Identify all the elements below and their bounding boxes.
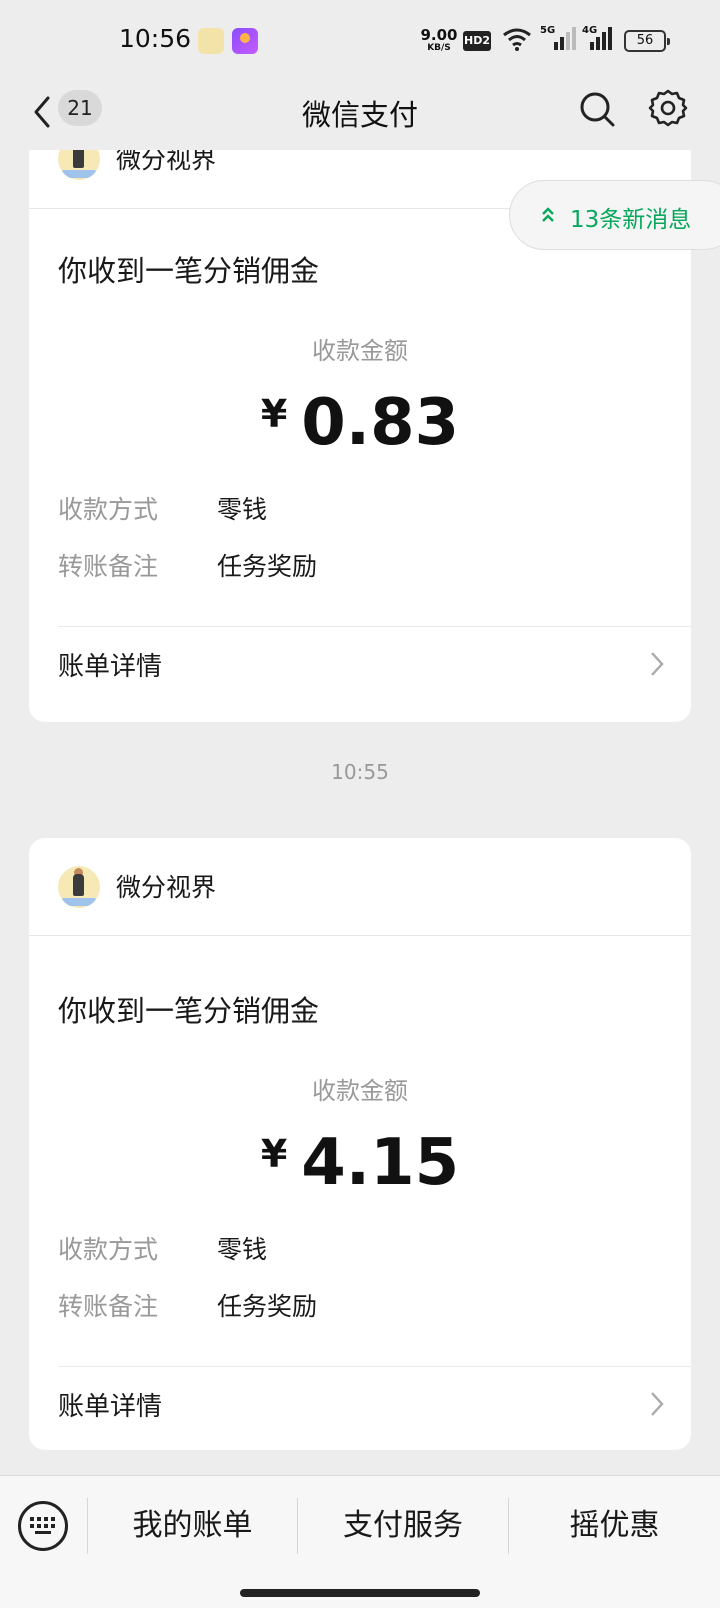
payment-method-label: 收款方式 [58, 495, 159, 524]
message-title: 你收到一笔分销佣金 [58, 994, 320, 1028]
merchant-name: 微分视界 [116, 150, 217, 174]
bill-details-label: 账单详情 [58, 652, 163, 682]
transfer-note-value: 任务奖励 [217, 1292, 318, 1321]
amount-value: ¥4.15 [29, 1126, 691, 1200]
signal-4g-icon: 4G [582, 25, 618, 52]
menu-shake-deals[interactable]: 摇优惠 [509, 1476, 720, 1576]
message-title: 你收到一笔分销佣金 [58, 254, 320, 288]
app-notification-icon [198, 28, 224, 54]
game-notification-icon [232, 28, 258, 54]
currency-symbol: ¥ [260, 392, 288, 436]
menu-payment-services[interactable]: 支付服务 [298, 1476, 508, 1576]
payment-method-value: 零钱 [217, 1235, 268, 1264]
chevron-right-icon [651, 652, 664, 676]
merchant-name: 微分视界 [116, 873, 217, 902]
status-bar: 10:56 9.00 KB/S HD2 5G 4G 56 [0, 0, 720, 80]
double-chevron-up-icon [542, 207, 554, 222]
divider [58, 626, 691, 627]
new-messages-button[interactable]: 13条新消息 [509, 180, 720, 250]
merchant-avatar[interactable] [58, 150, 100, 180]
nav-bar: 21 微信支付 [0, 80, 720, 150]
network-speed-value: 9.00 [420, 26, 458, 44]
network-speed-unit: KB/S [427, 43, 451, 53]
bill-details-label: 账单详情 [58, 1392, 163, 1422]
keyboard-toggle-button[interactable] [18, 1501, 68, 1551]
amount-number: 4.15 [301, 1126, 460, 1200]
card-header[interactable]: 微分视界 [29, 838, 691, 936]
menu-my-bills[interactable]: 我的账单 [88, 1476, 297, 1576]
settings-gear-icon[interactable] [648, 88, 688, 128]
amount-value: ¥0.83 [29, 386, 691, 460]
transfer-note-value: 任务奖励 [217, 552, 318, 581]
home-indicator[interactable] [240, 1589, 480, 1597]
signal-5g-icon: 5G [540, 25, 576, 52]
keyboard-icon [30, 1517, 55, 1534]
payment-method-value: 零钱 [217, 495, 268, 524]
chevron-right-icon [651, 1392, 664, 1416]
bill-details-link[interactable]: 账单详情 [29, 1368, 691, 1440]
bill-details-link[interactable]: 账单详情 [29, 628, 691, 700]
bottom-menu-bar: 我的账单 支付服务 摇优惠 [0, 1475, 720, 1608]
search-icon[interactable] [578, 90, 616, 128]
payment-method-label: 收款方式 [58, 1235, 159, 1264]
screen: 10:56 9.00 KB/S HD2 5G 4G 56 21 微信支付 13条… [0, 0, 720, 1608]
amount-label: 收款金额 [312, 337, 408, 365]
hd-voice-badge: HD2 [463, 31, 491, 51]
amount-label: 收款金额 [312, 1077, 408, 1105]
message-list[interactable]: 微分视界 你收到一笔分销佣金 收款金额 ¥0.83 收款方式 零钱 转账备注 任… [0, 150, 720, 1475]
divider [58, 1366, 691, 1367]
status-time: 10:56 [119, 24, 192, 53]
transfer-note-label: 转账备注 [58, 552, 159, 581]
wifi-icon [503, 28, 531, 51]
currency-symbol: ¥ [260, 1132, 288, 1176]
new-messages-label: 13条新消息 [570, 207, 692, 233]
payment-message-card: 微分视界 你收到一笔分销佣金 收款金额 ¥4.15 收款方式 零钱 转账备注 任… [29, 838, 691, 1450]
network-speed: 9.00 KB/S [420, 28, 458, 53]
merchant-avatar[interactable] [58, 866, 100, 908]
amount-number: 0.83 [301, 386, 460, 460]
message-timestamp: 10:55 [331, 760, 389, 784]
battery-icon: 56 [624, 30, 670, 52]
transfer-note-label: 转账备注 [58, 1292, 159, 1321]
